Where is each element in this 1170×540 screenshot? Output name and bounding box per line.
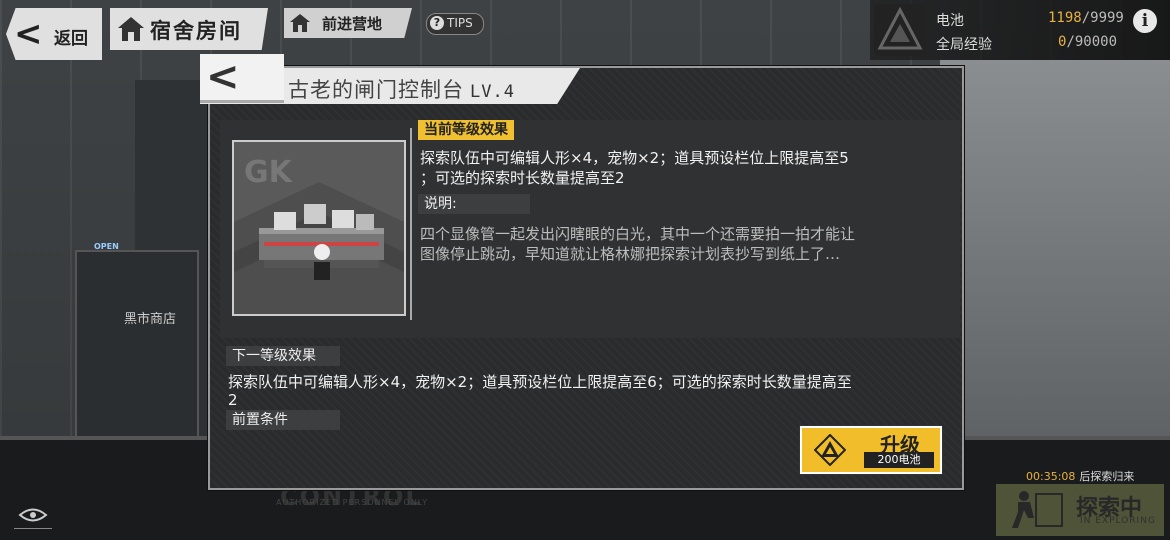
- exploration-timer: 00:35:08 后探索归来: [1026, 468, 1134, 484]
- exp-label: 全局经验: [936, 37, 992, 53]
- top-bar: < 返回 宿舍房间 前进营地 ? TIPS 电池 1198/9999 全局经验: [0, 0, 1170, 62]
- battery-row: 电池 1198/9999: [936, 10, 1124, 30]
- upgrade-icon: [814, 434, 846, 466]
- dialog-close-button[interactable]: <: [200, 54, 284, 103]
- tips-label: TIPS: [447, 16, 473, 30]
- current-effect-line2: ；可选的探索时长数量提高至2: [420, 169, 625, 187]
- tips-button[interactable]: ? TIPS: [426, 13, 484, 35]
- facility-thumbnail: GK: [232, 140, 406, 316]
- question-icon: ?: [430, 16, 444, 30]
- eye-underline: [14, 528, 52, 529]
- exploring-button[interactable]: 探索中 IN EXPLORING: [996, 484, 1164, 536]
- svg-text:GK: GK: [244, 155, 294, 190]
- exp-max: /90000: [1066, 34, 1118, 50]
- dialog-title: 古老的闸门控制台 LV.4: [288, 74, 515, 104]
- next-effect-line2: 2: [228, 391, 238, 409]
- facility-level: LV.4: [470, 82, 515, 102]
- forward-camp-button[interactable]: 前进营地: [284, 8, 412, 38]
- black-market-label[interactable]: 黑市商店: [124, 308, 176, 327]
- facility-detail-dialog: 古老的闸门控制台 LV.4 < GK 当前等级效果 探索队伍中可编辑人形×4，宠物…: [200, 54, 964, 490]
- control-floor-subtext: AUTHORIZED PERSONNEL ONLY: [276, 498, 429, 507]
- camp-icon: [290, 14, 310, 32]
- exp-row: 全局经验 0/90000: [936, 34, 1117, 54]
- upgrade-button[interactable]: 升级 200电池: [800, 426, 942, 474]
- dorm-room-button[interactable]: 宿舍房间: [110, 8, 268, 50]
- description-line2: 图像停止跳动，早知道就让格林娜把探索计划表抄写到纸上了…: [420, 245, 841, 263]
- timer-label: 后探索归来: [1079, 470, 1135, 483]
- right-equipment-area: [940, 60, 1170, 440]
- resource-panel: 电池 1198/9999 全局经验 0/90000: [870, 0, 1170, 60]
- prerequisite-tag: 前置条件: [226, 410, 340, 430]
- black-market-shelf[interactable]: [75, 250, 199, 444]
- back-button[interactable]: < 返回: [6, 8, 102, 60]
- exp-value: 0/90000: [1058, 34, 1170, 50]
- dorm-room-label: 宿舍房间: [150, 19, 242, 43]
- control-console-image: GK: [234, 142, 404, 314]
- next-effect-line1: 探索队伍中可编辑人形×4，宠物×2；道具预设栏位上限提高至6；可选的探索时长数量…: [228, 373, 852, 391]
- back-chevron-icon: <: [206, 54, 240, 100]
- description-line1: 四个显像管一起发出闪瞎眼的白光，其中一个还需要拍一拍才能让: [420, 225, 856, 243]
- next-level-tag: 下一等级效果: [226, 346, 340, 366]
- back-label: 返回: [54, 29, 88, 49]
- battery-current: 1198: [1048, 10, 1082, 26]
- battery-max: /9999: [1081, 10, 1124, 26]
- exploring-sublabel: IN EXPLORING: [1080, 516, 1156, 526]
- back-chevron-icon: <: [14, 14, 43, 54]
- divider-line: [410, 128, 412, 320]
- facility-name: 古老的闸门控制台: [288, 78, 464, 102]
- upgrade-cost: 200电池: [864, 452, 934, 468]
- timer-value: 00:35:08: [1026, 470, 1076, 483]
- current-level-tag: 当前等级效果: [418, 120, 514, 140]
- battery-resource-icon: [874, 4, 926, 56]
- house-icon: [118, 17, 144, 41]
- info-button[interactable]: i: [1133, 9, 1157, 33]
- current-effect-line1: 探索队伍中可编辑人形×4，宠物×2；道具预设栏位上限提高至5: [420, 149, 849, 167]
- forward-camp-label: 前进营地: [322, 15, 383, 33]
- description-tag: 说明:: [418, 194, 530, 214]
- open-sign: OPEN: [94, 242, 119, 251]
- battery-label: 电池: [936, 13, 964, 29]
- eye-icon[interactable]: [18, 504, 48, 526]
- explorer-icon: [1012, 491, 1063, 528]
